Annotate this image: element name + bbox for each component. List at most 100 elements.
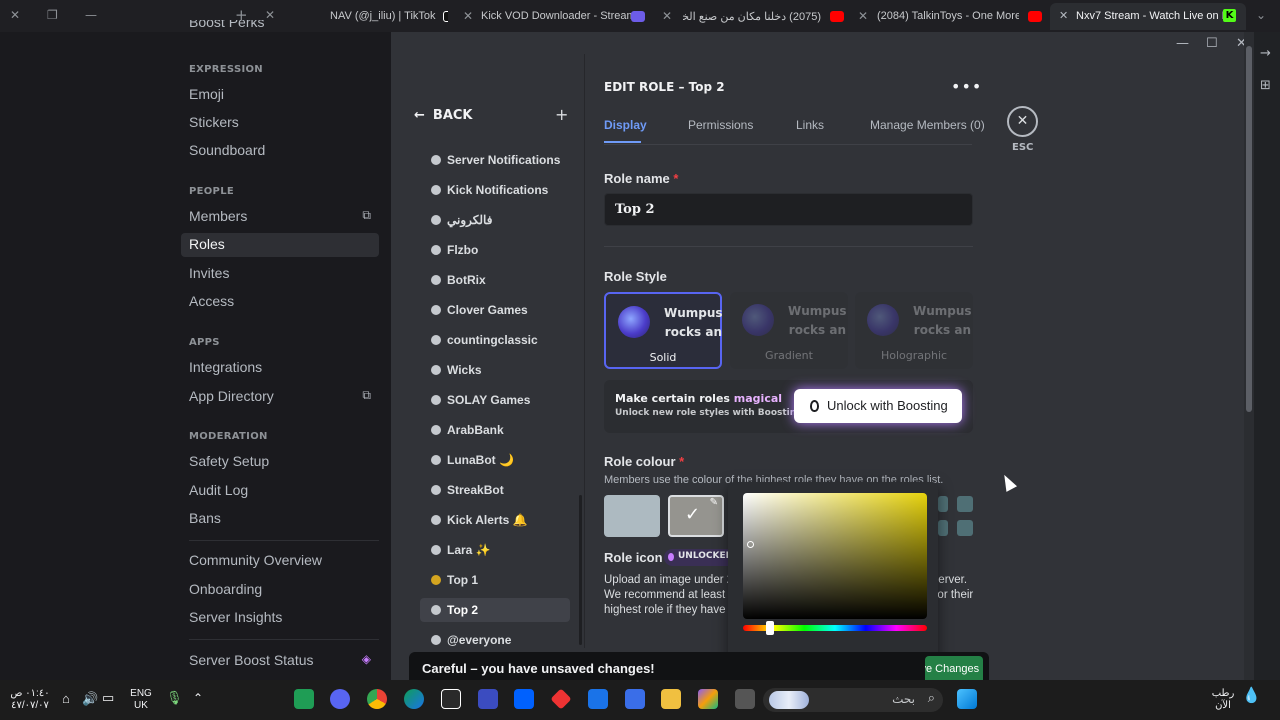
- sidebar-item-safety-setup[interactable]: Safety Setup: [181, 450, 379, 474]
- tab-list-chevron-icon[interactable]: ⌄: [1256, 8, 1266, 22]
- sidebar-item-emoji[interactable]: Emoji: [181, 83, 379, 107]
- tab-close-icon[interactable]: ✕: [463, 9, 473, 23]
- style-option-holographic[interactable]: Wumpus rocks an Holographic: [855, 292, 973, 369]
- maximize-icon[interactable]: ☐: [1206, 36, 1218, 51]
- sidebar-item-stickers[interactable]: Stickers: [181, 111, 379, 135]
- app-icon[interactable]: [478, 689, 498, 709]
- sidebar-item-members[interactable]: Members ⧉: [181, 205, 379, 229]
- sidebar-item-bans[interactable]: Bans: [181, 507, 379, 531]
- sidebar-item-audit-log[interactable]: Audit Log: [181, 479, 379, 503]
- add-role-button[interactable]: +: [555, 105, 568, 124]
- tab-close-icon[interactable]: ✕: [1059, 9, 1068, 22]
- back-button[interactable]: ← BACK: [414, 108, 473, 123]
- role-item[interactable]: فالكروني: [420, 208, 570, 232]
- role-item[interactable]: Top 2: [420, 598, 570, 622]
- role-item[interactable]: Top 1: [420, 568, 570, 592]
- sidebar-item-boost-perks[interactable]: Boost Perks: [181, 20, 379, 36]
- tab-close-icon[interactable]: ✕: [662, 9, 672, 23]
- role-item[interactable]: ArabBank: [420, 418, 570, 442]
- page-scrollbar[interactable]: [1244, 32, 1254, 680]
- sidebar-item-server-insights[interactable]: Server Insights: [181, 606, 379, 630]
- epic-games-icon[interactable]: [441, 689, 461, 709]
- style-option-gradient[interactable]: Wumpus rocks an Gradient: [730, 292, 848, 369]
- preset-colour-swatch[interactable]: [957, 496, 973, 512]
- close-settings-button[interactable]: ✕: [1007, 106, 1038, 137]
- store-icon[interactable]: [625, 689, 645, 709]
- task-view-icon[interactable]: [735, 689, 755, 709]
- sidebar-item-onboarding[interactable]: Onboarding: [181, 578, 379, 602]
- volume-icon[interactable]: 🔊: [82, 692, 98, 705]
- role-item[interactable]: Kick Notifications: [420, 178, 570, 202]
- role-color-dot: [431, 245, 441, 255]
- app-icon-messages[interactable]: [294, 689, 314, 709]
- chrome-icon[interactable]: [367, 689, 387, 709]
- minimize-icon[interactable]: —: [1176, 36, 1189, 51]
- role-item[interactable]: countingclassic: [420, 328, 570, 352]
- preset-colour-swatch[interactable]: [938, 496, 948, 512]
- wifi-icon[interactable]: ⌂: [62, 692, 70, 705]
- colour-knob[interactable]: [747, 541, 754, 548]
- role-item[interactable]: Clover Games: [420, 298, 570, 322]
- role-item[interactable]: @everyone: [420, 628, 570, 652]
- more-dots-icon[interactable]: •••: [951, 77, 982, 96]
- save-changes-button[interactable]: Save Changes: [925, 656, 983, 680]
- taskbar-clock[interactable]: ٠١:٤٠ ص ٤٧/٠٧/٠٧: [8, 688, 52, 712]
- role-item[interactable]: StreakBot: [420, 478, 570, 502]
- sidebar-item-integrations[interactable]: Integrations: [181, 356, 379, 380]
- battery-icon[interactable]: ▭: [102, 691, 114, 704]
- hue-handle[interactable]: [766, 621, 774, 635]
- taskbar-search[interactable]: بحث ⌕: [763, 688, 943, 712]
- hue-slider[interactable]: [743, 621, 927, 635]
- minimize-icon[interactable]: —: [85, 8, 97, 22]
- tab-close-icon[interactable]: ✕: [858, 9, 868, 23]
- role-item[interactable]: Lara ✨: [420, 538, 570, 562]
- default-colour-swatch[interactable]: [604, 495, 660, 537]
- grid-icon[interactable]: ⊞: [1260, 78, 1271, 93]
- role-name-input[interactable]: Top 2: [604, 193, 973, 226]
- browser-tab-kick-active[interactable]: ✕ Nxv7 Stream - Watch Live on Ki: [1050, 3, 1246, 30]
- role-item[interactable]: BotRix: [420, 268, 570, 292]
- tab-display[interactable]: Display: [604, 118, 647, 132]
- browser-tab-youtube-2[interactable]: (2084) TalkinToys - One More D: [877, 3, 1019, 30]
- sidebar-item-roles[interactable]: Roles: [181, 233, 379, 257]
- weather-widget[interactable]: رطب الآن: [1206, 688, 1240, 712]
- style-option-solid[interactable]: Wumpus rocks an Solid: [604, 292, 722, 369]
- sidebar-item-invites[interactable]: Invites: [181, 262, 379, 286]
- dropbox-icon[interactable]: [514, 689, 534, 709]
- edge-icon[interactable]: [404, 689, 424, 709]
- sidebar-item-soundboard[interactable]: Soundboard: [181, 139, 379, 163]
- microphone-icon[interactable]: 🎙: [166, 691, 183, 704]
- roles-scrollbar[interactable]: [579, 495, 582, 645]
- sidebar-item-community-overview[interactable]: Community Overview: [181, 549, 379, 573]
- copilot-icon[interactable]: [698, 689, 718, 709]
- close-window-icon[interactable]: ✕: [10, 8, 20, 22]
- saturation-value-area[interactable]: [743, 493, 927, 619]
- windows-start-icon[interactable]: [957, 689, 977, 709]
- preset-colour-swatch[interactable]: [938, 520, 948, 536]
- sidebar-item-app-directory[interactable]: App Directory ⧉: [181, 385, 379, 409]
- tab-links[interactable]: Links: [796, 118, 824, 132]
- language-indicator[interactable]: ENG UK: [127, 688, 155, 712]
- sidebar-item-access[interactable]: Access: [181, 290, 379, 314]
- mail-icon[interactable]: [588, 689, 608, 709]
- role-item[interactable]: LunaBot 🌙: [420, 448, 570, 472]
- role-item[interactable]: Server Notifications: [420, 148, 570, 172]
- sidebar-item-server-boost-status[interactable]: Server Boost Status ◈: [181, 649, 379, 673]
- chevron-up-icon[interactable]: ⌃: [193, 692, 203, 704]
- discord-icon[interactable]: [330, 689, 350, 709]
- scrollbar-thumb[interactable]: [1246, 46, 1252, 412]
- restore-icon[interactable]: ❐: [47, 8, 58, 22]
- tab-permissions[interactable]: Permissions: [688, 118, 753, 132]
- role-item[interactable]: Kick Alerts 🔔: [420, 508, 570, 532]
- role-item[interactable]: SOLAY Games: [420, 388, 570, 412]
- unlock-with-boosting-button[interactable]: Unlock with Boosting: [794, 389, 962, 423]
- custom-colour-swatch[interactable]: ✓ ✎: [668, 495, 724, 537]
- arrow-right-icon[interactable]: →: [1260, 46, 1271, 61]
- folder-icon[interactable]: [661, 689, 681, 709]
- role-item[interactable]: Flzbo: [420, 238, 570, 262]
- browser-tab-kick-vod[interactable]: Kick VOD Downloader - Stream: [481, 3, 647, 30]
- preset-colour-swatch[interactable]: [957, 520, 973, 536]
- role-item[interactable]: Wicks: [420, 358, 570, 382]
- tab-manage-members[interactable]: Manage Members (0): [870, 118, 985, 132]
- browser-tab-youtube-1[interactable]: (2075) دخلنا مكان من صنع الخالق: [683, 3, 821, 30]
